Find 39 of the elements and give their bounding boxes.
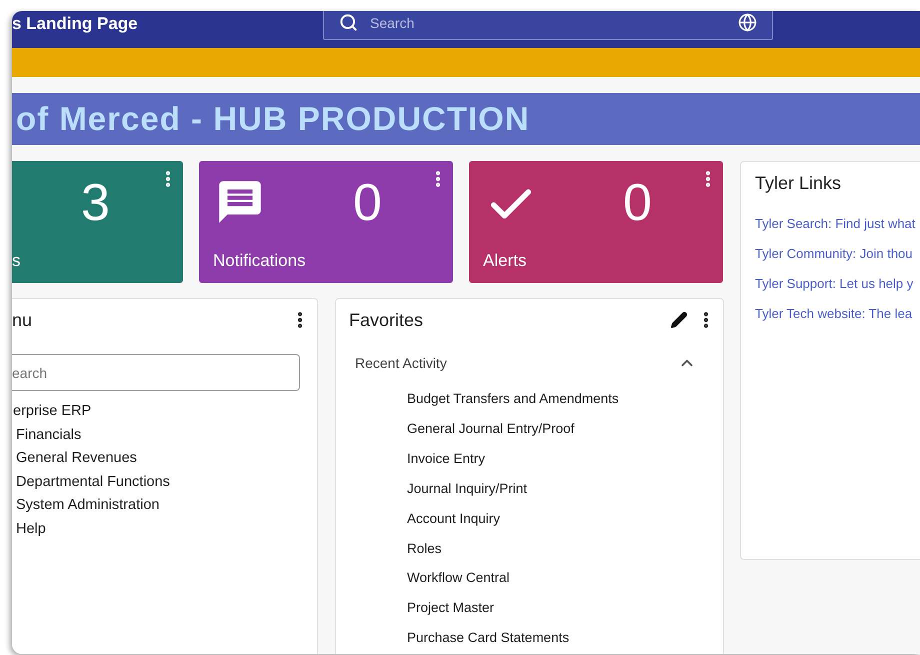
- tile-count: 3: [81, 173, 110, 233]
- tyler-link[interactable]: Tyler Community: Join thou: [755, 243, 920, 264]
- menu-search-field[interactable]: earch: [12, 354, 300, 391]
- favorite-item[interactable]: Account Inquiry: [349, 504, 710, 534]
- page-title: s Landing Page: [12, 13, 139, 35]
- favorite-item[interactable]: General Journal Entry/Proof: [349, 414, 710, 444]
- summary-tile[interactable]: 3 s: [12, 161, 183, 283]
- menu-item[interactable]: Help: [12, 518, 300, 541]
- favorite-item[interactable]: Project Master: [349, 593, 710, 624]
- menu-item[interactable]: System Administration: [12, 494, 300, 518]
- menu-item[interactable]: General Revenues: [12, 447, 300, 470]
- tyler-link[interactable]: Tyler Search: Find just what: [755, 213, 920, 234]
- section-header[interactable]: Recent Activity: [349, 347, 710, 379]
- panel-title: Favorites: [349, 308, 424, 332]
- summary-tile[interactable]: 0 Notifications: [199, 161, 453, 283]
- tile-count: 0: [353, 173, 382, 233]
- summary-tile[interactable]: 0 Alerts: [469, 161, 723, 283]
- favorite-item[interactable]: Budget Transfers and Amendments: [349, 384, 710, 414]
- tyler-link[interactable]: Tyler Support: Let us help y: [755, 273, 920, 294]
- panel-title: Tyler Links: [755, 172, 842, 195]
- panel-title: nu: [12, 308, 32, 332]
- tyler-link[interactable]: Tyler Tech website: The lea: [755, 303, 920, 324]
- tile-label: s: [12, 250, 20, 272]
- favorite-item[interactable]: Workflow Central: [349, 563, 710, 594]
- menu-item[interactable]: Departmental Functions: [12, 470, 300, 494]
- tile-label: Notifications: [213, 250, 306, 272]
- globe-icon[interactable]: [738, 13, 757, 32]
- tile-count: 0: [623, 173, 652, 233]
- menu-item[interactable]: erprise ERP: [12, 400, 300, 424]
- favorite-item[interactable]: Purchase Card Statements: [349, 623, 710, 654]
- edit-icon[interactable]: [670, 311, 688, 329]
- favorite-item[interactable]: Journal Inquiry/Print: [349, 474, 710, 504]
- search-icon: [339, 13, 358, 32]
- menu-item[interactable]: Financials: [12, 424, 300, 447]
- banner-title: of Merced - HUB PRODUCTION: [15, 99, 530, 140]
- favorite-item[interactable]: Invoice Entry: [349, 444, 710, 474]
- search-field[interactable]: Search: [323, 11, 773, 40]
- favorite-item[interactable]: Roles: [349, 534, 710, 564]
- tile-label: Alerts: [483, 250, 526, 272]
